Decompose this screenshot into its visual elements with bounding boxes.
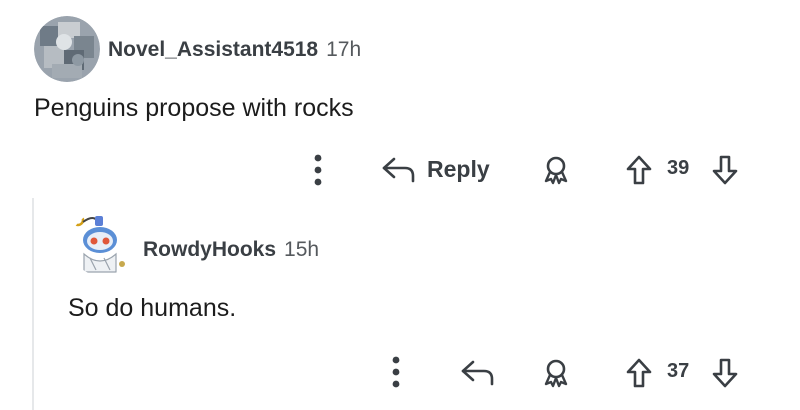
comment-meta: RowdyHooks 15h — [143, 238, 319, 262]
comment-body: So do humans. — [68, 294, 237, 322]
reply-label: Reply — [427, 155, 490, 182]
award-button[interactable] — [538, 355, 574, 391]
more-vertical-icon — [314, 154, 322, 186]
upvote-button[interactable] — [624, 153, 654, 187]
upvote-arrow-icon — [626, 155, 652, 185]
reply-button[interactable] — [460, 355, 496, 389]
comment-meta: Novel_Assistant4518 17h — [108, 38, 361, 62]
reply-arrow-icon — [382, 157, 415, 183]
downvote-arrow-icon — [712, 358, 738, 388]
downvote-arrow-icon — [712, 155, 738, 185]
reply-button[interactable]: Reply — [381, 151, 490, 187]
upvote-button[interactable] — [624, 356, 654, 390]
timestamp: 17h — [326, 38, 362, 61]
username[interactable]: RowdyHooks — [143, 238, 276, 262]
comment-1: Novel_Assistant4518 17h Penguins propose… — [0, 0, 800, 195]
vote-count: 37 — [667, 360, 690, 382]
comment-body: Penguins propose with rocks — [34, 94, 354, 122]
avatar[interactable] — [34, 16, 100, 82]
more-vertical-icon — [392, 356, 400, 388]
avatar[interactable] — [70, 212, 134, 276]
more-options-button[interactable] — [386, 354, 406, 390]
award-icon — [544, 156, 568, 185]
timestamp: 15h — [284, 238, 320, 261]
award-icon — [544, 359, 568, 388]
award-button[interactable] — [538, 152, 574, 188]
comment-2: RowdyHooks 15h So do humans. 37 — [0, 195, 800, 410]
upvote-arrow-icon — [626, 358, 652, 388]
vote-count: 39 — [667, 157, 690, 179]
downvote-button[interactable] — [710, 356, 740, 390]
reply-arrow-icon — [461, 360, 494, 386]
downvote-button[interactable] — [710, 153, 740, 187]
username[interactable]: Novel_Assistant4518 — [108, 38, 318, 62]
more-options-button[interactable] — [308, 152, 328, 188]
